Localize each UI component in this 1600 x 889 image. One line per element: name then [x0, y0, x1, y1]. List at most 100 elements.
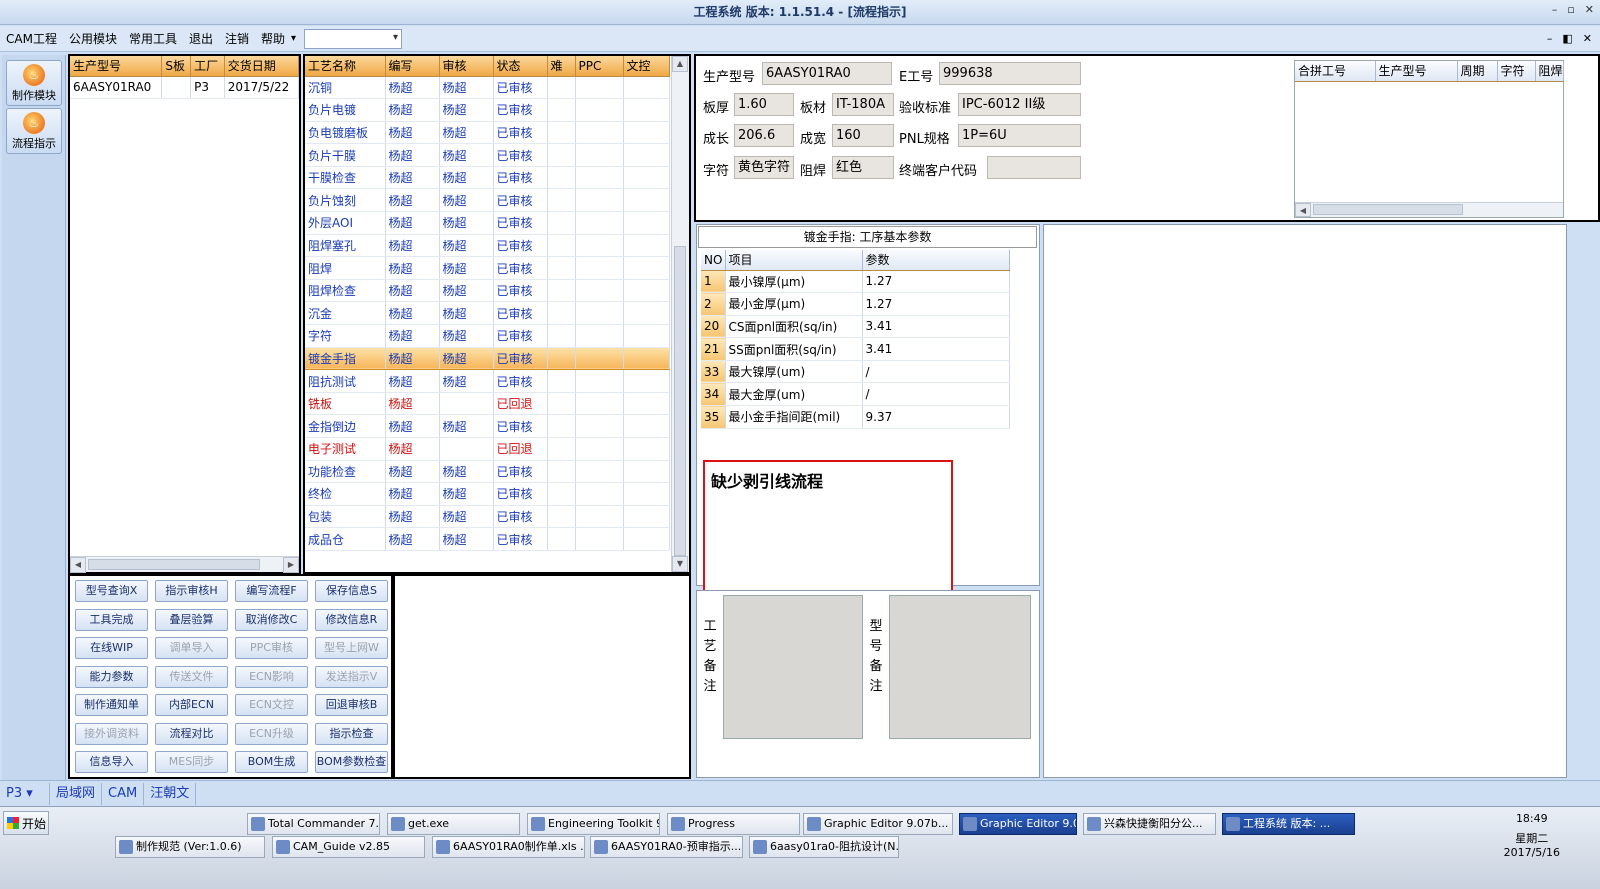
action-button[interactable]: 保存信息S — [315, 580, 388, 602]
scroll-thumb[interactable] — [674, 246, 686, 556]
scroll-left-icon[interactable]: ◀ — [1295, 203, 1311, 217]
action-button[interactable]: 型号查询X — [75, 580, 148, 602]
process-col-header[interactable]: 文控 — [623, 56, 670, 77]
mask-field[interactable]: 红色 — [832, 156, 894, 179]
chevron-down-icon[interactable]: ▾ — [291, 33, 296, 44]
taskbar-button[interactable]: 制作规范 (Ver:1.0.6) — [115, 836, 265, 858]
action-button[interactable]: ECN文控 — [235, 694, 308, 716]
menu-exit[interactable]: 退出 — [183, 30, 219, 47]
table-row[interactable]: 2 最小金厚(μm) 1.27 — [701, 292, 1010, 316]
table-row[interactable]: 1 最小镍厚(μm) 1.27 — [701, 270, 1010, 294]
table-row[interactable]: 包装 杨超 杨超 已审核 — [305, 505, 670, 529]
taskbar-button[interactable]: 6AASY01RA0-预审指示.... — [590, 836, 743, 858]
mdi-close-icon[interactable]: ✕ — [1583, 32, 1592, 45]
table-row[interactable]: 阻焊 杨超 杨超 已审核 — [305, 256, 670, 280]
param-col-header[interactable]: NO — [701, 250, 726, 271]
action-button[interactable]: 接外调资料 — [75, 722, 148, 745]
taskbar-button[interactable]: 工程系统 版本: ... — [1222, 813, 1355, 835]
action-button[interactable]: 调单导入 — [155, 637, 228, 659]
table-row[interactable]: 铣板 杨超 已回退 — [305, 392, 670, 416]
menu-help[interactable]: 帮助 — [255, 30, 291, 47]
action-button[interactable]: 传送文件 — [155, 665, 228, 688]
combine-col-header[interactable]: 生产型号 — [1375, 61, 1458, 82]
action-button[interactable]: BOM参数检查 — [315, 751, 388, 773]
wid-field[interactable]: 160 — [832, 124, 894, 147]
order-col-header[interactable]: 交货日期 — [224, 56, 300, 77]
cust-field[interactable] — [987, 156, 1081, 179]
plant-select[interactable]: P3 ▾ — [0, 782, 50, 805]
order-hscroll[interactable]: ◀ ▶ — [70, 556, 299, 573]
char-field[interactable]: 黄色字符 — [734, 156, 794, 179]
taskbar-button[interactable]: 6aasy01ra0-阻抗设计(N... — [749, 836, 899, 858]
scroll-up-icon[interactable]: ▲ — [672, 56, 688, 72]
std-field[interactable]: IPC-6012 II级 — [958, 93, 1081, 116]
combine-hscroll[interactable]: ◀ — [1295, 202, 1563, 217]
taskbar-button[interactable]: Total Commander 7.... — [247, 813, 380, 835]
flow-guide-button[interactable]: ♨ 流程指示 — [6, 108, 62, 154]
order-col-header[interactable]: 工厂 — [190, 56, 225, 77]
table-row[interactable]: 阻抗测试 杨超 杨超 已审核 — [305, 369, 670, 393]
table-row[interactable]: 金指倒边 杨超 杨超 已审核 — [305, 414, 670, 438]
scroll-right-icon[interactable]: ▶ — [283, 557, 299, 573]
action-button[interactable]: 取消修改C — [235, 608, 308, 631]
process-vscroll[interactable]: ▲ ▼ — [671, 56, 689, 572]
action-button[interactable]: 指示审核H — [155, 580, 228, 602]
mdi-restore-icon[interactable]: ◧ — [1562, 32, 1572, 45]
action-button[interactable]: 信息导入 — [75, 751, 148, 773]
menu-common-module[interactable]: 公用模块 — [63, 30, 123, 47]
table-row[interactable]: 外层AOI 杨超 杨超 已审核 — [305, 211, 670, 235]
table-row[interactable]: 33 最大镍厚(um) / — [701, 360, 1010, 384]
taskbar-button[interactable]: 6AASY01RA0制作单.xls ... — [432, 836, 585, 858]
menu-common-tools[interactable]: 常用工具 — [123, 30, 183, 47]
table-row[interactable]: 干膜检查 杨超 杨超 已审核 — [305, 166, 670, 190]
pnl-field[interactable]: 1P=6U — [958, 124, 1081, 147]
len-field[interactable]: 206.6 — [734, 124, 794, 147]
table-row[interactable]: 功能检查 杨超 杨超 已审核 — [305, 460, 670, 484]
table-row[interactable]: 负电镀磨板 杨超 杨超 已审核 — [305, 121, 670, 145]
table-row[interactable]: 21 SS面pnl面积(sq/in) 3.41 — [701, 337, 1010, 361]
table-row[interactable]: 20 CS面pnl面积(sq/in) 3.41 — [701, 315, 1010, 339]
action-button[interactable]: 流程对比 — [155, 722, 228, 745]
taskbar-button[interactable]: Graphic Editor 9.07b... — [803, 813, 953, 835]
model-field[interactable]: 6AASY01RA0 — [762, 62, 892, 85]
table-row[interactable]: 电子测试 杨超 已回退 — [305, 437, 670, 461]
table-row[interactable]: 35 最小金手指间距(mil) 9.37 — [701, 405, 1010, 429]
action-button[interactable]: PPC审核 — [235, 637, 308, 659]
action-button[interactable]: ECN升级 — [235, 722, 308, 745]
table-row[interactable]: 阻焊检查 杨超 杨超 已审核 — [305, 279, 670, 303]
table-row[interactable]: 阻焊塞孔 杨超 杨超 已审核 — [305, 234, 670, 258]
start-button[interactable]: 开始 — [3, 811, 49, 835]
table-row[interactable]: 成品仓 杨超 杨超 已审核 — [305, 527, 670, 551]
menu-cam[interactable]: CAM工程 — [0, 30, 63, 47]
action-button[interactable]: 编写流程F — [235, 580, 308, 602]
combine-col-header[interactable]: 字符 — [1497, 61, 1536, 82]
taskbar-button[interactable]: 兴森快捷衡阳分公... — [1083, 813, 1216, 835]
mat-field[interactable]: IT-180A — [832, 93, 894, 116]
taskbar-button[interactable]: Progress — [667, 813, 800, 835]
table-row[interactable]: 负片干膜 杨超 杨超 已审核 — [305, 143, 670, 167]
table-row[interactable]: 34 最大金厚(um) / — [701, 382, 1010, 407]
action-button[interactable]: 内部ECN — [155, 694, 228, 716]
table-row[interactable]: 镀金手指 杨超 杨超 已审核 — [305, 346, 670, 371]
scroll-down-icon[interactable]: ▼ — [672, 556, 688, 572]
combine-col-header[interactable]: 阻焊 — [1535, 61, 1564, 82]
taskbar-button[interactable]: Graphic Editor 9.07b... — [959, 813, 1077, 835]
combine-col-header[interactable]: 合拼工号 — [1295, 61, 1376, 82]
process-col-header[interactable]: 状态 — [493, 56, 548, 77]
process-col-header[interactable]: 编写 — [385, 56, 440, 77]
taskbar-button[interactable]: Engineering Toolkit 9... — [527, 813, 660, 835]
minimize-icon[interactable]: – — [1552, 3, 1558, 16]
table-row[interactable]: 沉铜 杨超 杨超 已审核 — [305, 76, 670, 100]
table-row[interactable]: 字符 杨超 杨超 已审核 — [305, 324, 670, 348]
action-button[interactable]: MES同步 — [155, 751, 228, 773]
scroll-thumb[interactable] — [1313, 204, 1463, 215]
combine-col-header[interactable]: 周期 — [1457, 61, 1498, 82]
process-col-header[interactable]: 审核 — [439, 56, 494, 77]
table-row[interactable]: 负片蚀刻 杨超 杨超 已审核 — [305, 188, 670, 213]
scroll-left-icon[interactable]: ◀ — [70, 557, 86, 573]
model-remark-field[interactable] — [889, 595, 1031, 739]
close-icon[interactable]: ✕ — [1585, 3, 1594, 16]
table-row[interactable]: 负片电镀 杨超 杨超 已审核 — [305, 98, 670, 122]
order-col-header[interactable]: 生产型号 — [70, 56, 163, 77]
param-col-header[interactable]: 项目 — [725, 250, 863, 271]
